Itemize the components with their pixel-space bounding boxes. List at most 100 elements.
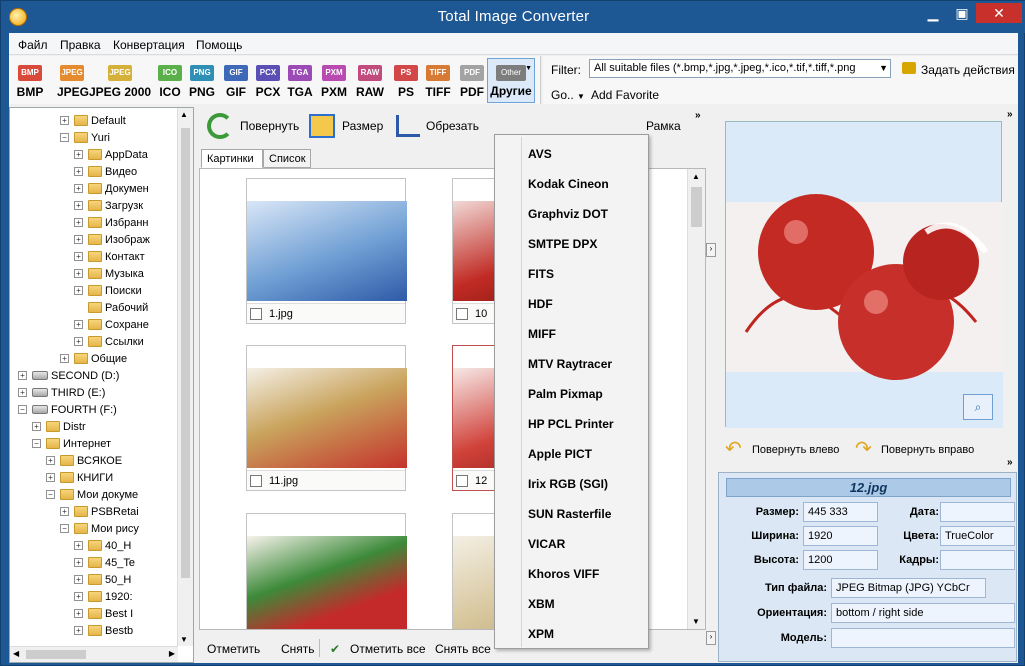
- expand-icon[interactable]: +: [74, 150, 83, 159]
- format-menu-item[interactable]: FITS: [528, 267, 554, 281]
- format-menu-item[interactable]: Khoros VIFF: [528, 567, 599, 581]
- expand-icon[interactable]: +: [74, 575, 83, 584]
- expand-icon[interactable]: +: [60, 354, 69, 363]
- expand-icon[interactable]: +: [46, 473, 55, 482]
- scroll-left-icon[interactable]: ◀: [13, 649, 19, 658]
- format-menu-item[interactable]: Irix RGB (SGI): [528, 477, 608, 491]
- format-menu-item[interactable]: SMTPE DPX: [528, 237, 597, 251]
- tree-hscroll-thumb[interactable]: [26, 650, 86, 659]
- menu-file[interactable]: Файл: [18, 38, 48, 52]
- format-menu-item[interactable]: VICAR: [528, 537, 565, 551]
- format-menu-item[interactable]: HDF: [528, 297, 553, 311]
- tree-item[interactable]: + Best I: [74, 605, 133, 622]
- close-button[interactable]: ✕: [976, 3, 1022, 23]
- tree-item[interactable]: Рабочий: [74, 299, 148, 316]
- scroll-down-icon[interactable]: ▼: [180, 635, 188, 644]
- add-favorite-button[interactable]: Add Favorite: [591, 88, 659, 102]
- expand-icon[interactable]: +: [74, 235, 83, 244]
- format-menu-item[interactable]: SUN Rasterfile: [528, 507, 611, 521]
- frame-button[interactable]: Рамка: [646, 119, 681, 133]
- tab-list[interactable]: Список: [263, 149, 311, 168]
- filter-select[interactable]: All suitable files (*.bmp,*.jpg,*.jpeg,*…: [589, 59, 891, 78]
- expand-icon[interactable]: +: [74, 320, 83, 329]
- collapse-icon[interactable]: −: [60, 524, 69, 533]
- expand-icon[interactable]: +: [74, 184, 83, 193]
- menu-help[interactable]: Помощь: [196, 38, 242, 52]
- tree-item[interactable]: − Yuri: [60, 129, 110, 146]
- thumbnail-checkbox[interactable]: [250, 308, 262, 320]
- collapse-icon[interactable]: −: [18, 405, 27, 414]
- chevron-right-icon[interactable]: »: [1007, 109, 1013, 120]
- tree-item[interactable]: − Интернет: [32, 435, 111, 452]
- tree-item[interactable]: − Мои рису: [60, 520, 139, 537]
- scroll-right-icon[interactable]: ▶: [169, 649, 175, 658]
- tree-item[interactable]: +45_Te: [74, 554, 135, 571]
- expand-icon[interactable]: +: [74, 218, 83, 227]
- tree-item[interactable]: +50_H: [74, 571, 131, 588]
- scroll-down-icon[interactable]: ▼: [692, 617, 700, 626]
- expand-icon[interactable]: +: [18, 388, 27, 397]
- expand-icon[interactable]: +: [74, 337, 83, 346]
- expand-icon[interactable]: +: [18, 371, 27, 380]
- format-menu-item[interactable]: HP PCL Printer: [528, 417, 614, 431]
- format-menu-item[interactable]: XBM: [528, 597, 555, 611]
- format-menu-item[interactable]: AVS: [528, 147, 552, 161]
- thumbnail-checkbox[interactable]: [250, 475, 262, 487]
- thumbnail-checkbox[interactable]: [456, 475, 468, 487]
- thumbnail-item[interactable]: [246, 513, 407, 629]
- expand-icon[interactable]: +: [74, 558, 83, 567]
- resize-button[interactable]: Размер: [342, 119, 383, 133]
- format-raw-button[interactable]: RAW RAW: [355, 62, 385, 99]
- tree-item[interactable]: +1920:: [74, 588, 133, 605]
- crop-button[interactable]: Обрезать: [426, 119, 479, 133]
- tree-item[interactable]: + THIRD (E:): [18, 384, 105, 401]
- tab-pictures[interactable]: Картинки: [201, 149, 263, 168]
- format-menu-item[interactable]: MTV Raytracer: [528, 357, 612, 371]
- format-tiff-button[interactable]: TIFF TIFF: [423, 62, 453, 99]
- other-formats-button[interactable]: Other ▼ Другие: [487, 58, 535, 103]
- format-menu-item[interactable]: Kodak Cineon: [528, 177, 609, 191]
- mark-button[interactable]: Отметить: [207, 642, 260, 656]
- chevron-right-icon[interactable]: »: [1007, 457, 1013, 468]
- tree-item[interactable]: − Мои докуме: [46, 486, 138, 503]
- format-tga-button[interactable]: TGA TGA: [285, 62, 315, 99]
- collapse-icon[interactable]: −: [32, 439, 41, 448]
- scroll-up-icon[interactable]: ▲: [180, 110, 188, 119]
- menu-edit[interactable]: Правка: [60, 38, 101, 52]
- expand-icon[interactable]: +: [74, 252, 83, 261]
- expand-icon[interactable]: +: [60, 507, 69, 516]
- format-menu-item[interactable]: MIFF: [528, 327, 556, 341]
- format-menu-item[interactable]: Graphviz DOT: [528, 207, 608, 221]
- splitter-arrow-icon[interactable]: ›: [706, 243, 716, 257]
- format-ico-button[interactable]: ICO ICO: [155, 62, 185, 99]
- grid-scrollbar[interactable]: ▲ ▼: [687, 169, 705, 629]
- tree-item[interactable]: + ВСЯКОЕ: [46, 452, 122, 469]
- mark-all-button[interactable]: Отметить все: [350, 642, 426, 656]
- tree-vertical-scrollbar[interactable]: ▲ ▼: [177, 108, 193, 646]
- set-actions-button[interactable]: Задать действия: [921, 63, 1015, 77]
- thumbnail-item[interactable]: 1.jpg: [246, 178, 407, 324]
- expand-icon[interactable]: +: [74, 286, 83, 295]
- tree-item[interactable]: + Поиски: [74, 282, 142, 299]
- tree-item[interactable]: + Музыка: [74, 265, 144, 282]
- format-menu-item[interactable]: Apple PICT: [528, 447, 592, 461]
- format-pxm-button[interactable]: PXM PXM: [319, 62, 349, 99]
- tree-item[interactable]: + Distr: [32, 418, 86, 435]
- scroll-up-icon[interactable]: ▲: [692, 172, 700, 181]
- tree-item[interactable]: + Избранн: [74, 214, 149, 231]
- expand-icon[interactable]: +: [74, 609, 83, 618]
- tree-item[interactable]: − FOURTH (F:): [18, 401, 117, 418]
- expand-icon[interactable]: +: [46, 456, 55, 465]
- format-pdf-button[interactable]: PDF PDF: [457, 62, 487, 99]
- expand-icon[interactable]: +: [74, 626, 83, 635]
- menu-convert[interactable]: Конвертация: [113, 38, 185, 52]
- maximize-button[interactable]: ▣: [947, 3, 977, 23]
- format-menu-item[interactable]: XPM: [528, 627, 554, 641]
- format-jpeg-2000-button[interactable]: JPEG 2000 JPEG 2000: [89, 62, 151, 99]
- tree-item[interactable]: + Видео: [74, 163, 137, 180]
- tree-item[interactable]: + Докумен: [74, 180, 149, 197]
- tree-item[interactable]: + Загрузк: [74, 197, 143, 214]
- rotate-button[interactable]: Повернуть: [240, 119, 299, 133]
- go-button[interactable]: Go.. ▼: [551, 88, 585, 102]
- tree-item[interactable]: + AppData: [74, 146, 148, 163]
